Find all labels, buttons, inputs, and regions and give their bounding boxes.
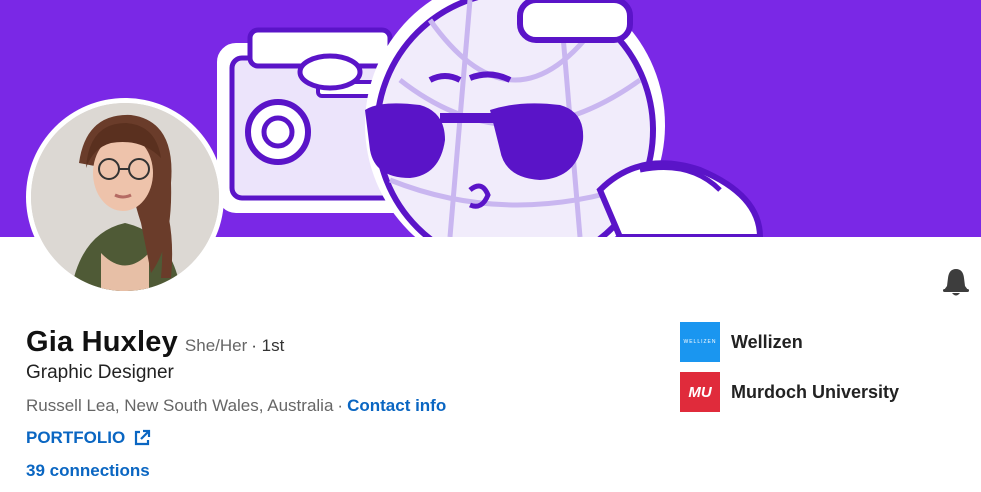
profile-headline: Graphic Designer: [26, 362, 174, 383]
profile-photo-image: [31, 103, 219, 291]
connection-degree: · 1st: [251, 336, 285, 355]
pronouns: She/Her: [184, 336, 248, 355]
location-row: Russell Lea, New South Wales, Australia ·…: [26, 396, 446, 416]
profile-card: Gia Huxley She/Her · 1st Graphic Designe…: [0, 0, 981, 492]
profile-photo[interactable]: [26, 98, 224, 296]
portfolio-label: PORTFOLIO: [26, 428, 126, 447]
notification-bell-icon[interactable]: [940, 266, 972, 298]
org-name: Murdoch University: [731, 381, 900, 402]
name-row: Gia Huxley She/Her · 1st: [26, 326, 284, 359]
separator: ·: [337, 396, 344, 415]
profile-name: Gia Huxley: [26, 326, 178, 358]
external-link-icon: [135, 429, 151, 446]
connections-link[interactable]: 39 connections: [26, 461, 150, 481]
org-wellizen[interactable]: WELLIZEN Wellizen: [680, 322, 803, 362]
org-name: Wellizen: [731, 331, 803, 352]
org-murdoch-university[interactable]: MU Murdoch University: [680, 372, 899, 412]
location: Russell Lea, New South Wales, Australia: [26, 396, 334, 415]
portfolio-link[interactable]: PORTFOLIO: [26, 428, 151, 448]
arm-illustration: [596, 160, 764, 237]
murdoch-university-logo: MU: [680, 372, 720, 412]
contact-info-link[interactable]: Contact info: [347, 396, 446, 415]
wellizen-logo: WELLIZEN: [680, 322, 720, 362]
